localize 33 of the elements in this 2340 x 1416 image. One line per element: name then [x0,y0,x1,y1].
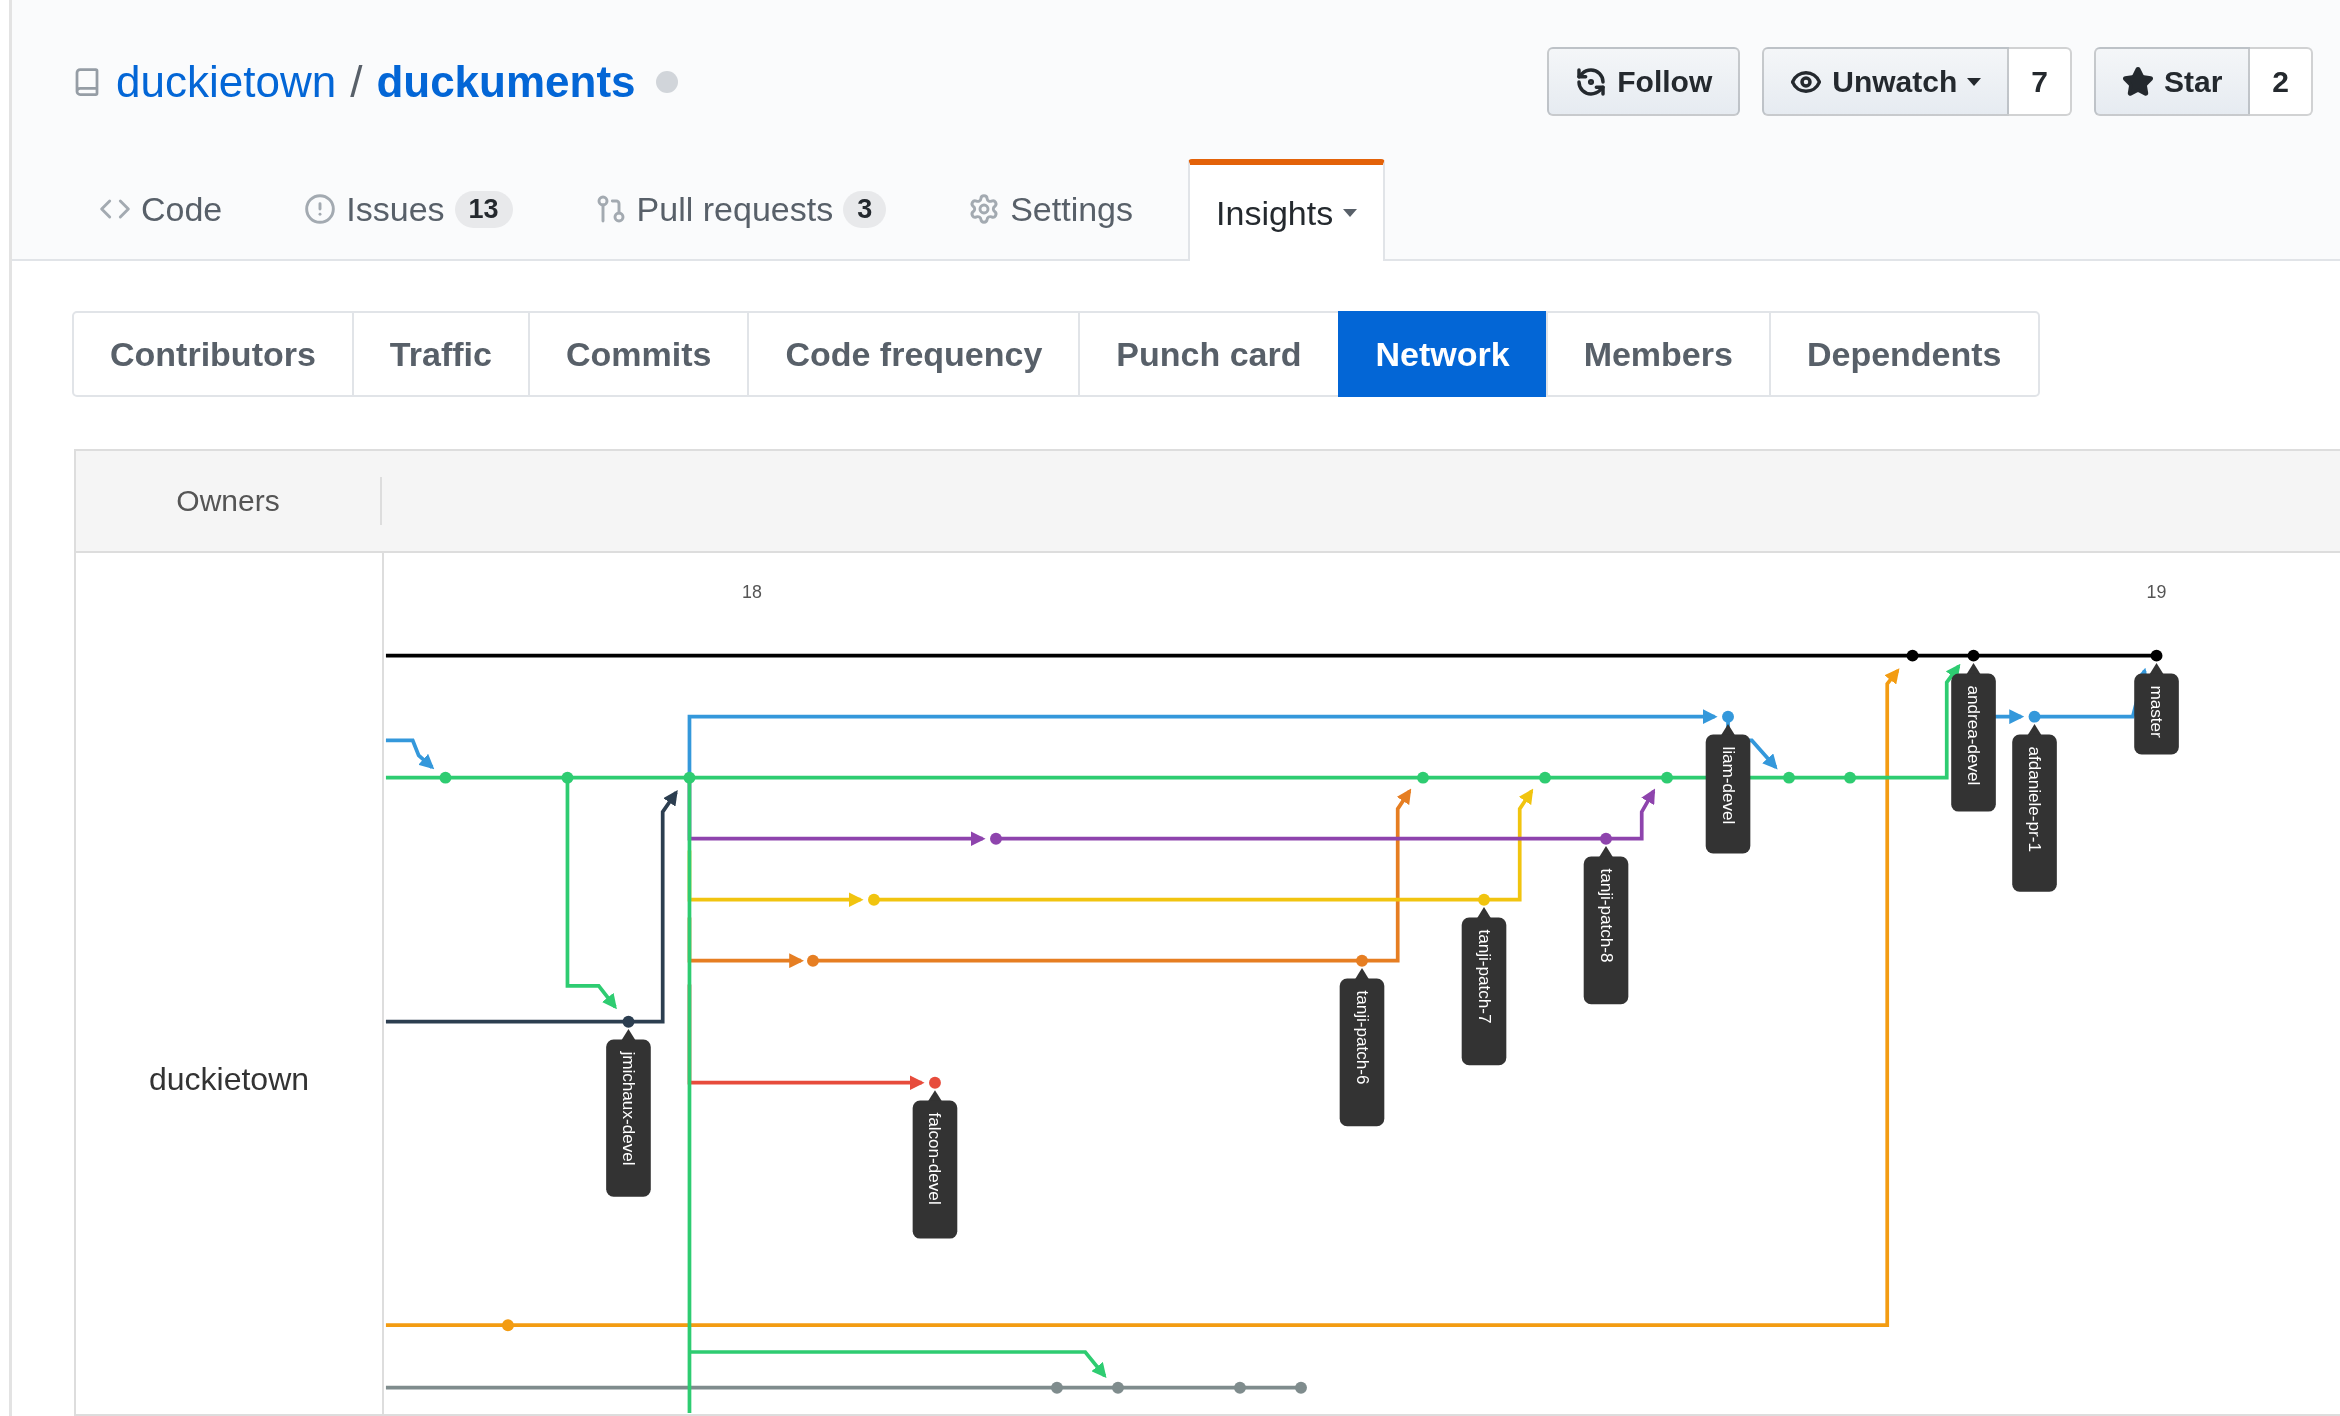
star-icon [2121,65,2154,98]
caret-icon [1343,209,1358,217]
repo-tab[interactable]: Code [72,159,250,259]
subnav-item[interactable]: Code frequency [747,311,1081,397]
column-heading: Owners [76,477,382,525]
follow-button[interactable]: Follow [1547,47,1741,116]
follow-icon [1575,65,1608,98]
subnav-item[interactable]: Members [1545,311,1771,397]
count-link[interactable]: 2 [2250,47,2313,116]
subnav-item[interactable]: Traffic [351,311,530,397]
repo-tab[interactable]: Issues 13 [277,159,540,259]
month-label: 19 [2146,581,2167,602]
subnav-item[interactable]: Dependents [1768,311,2040,397]
issues-icon [304,193,337,225]
repo-tab[interactable]: Settings [941,159,1161,259]
repo-tab[interactable]: Insights [1188,159,1386,261]
path-separator: / [350,57,363,107]
subnav-item[interactable]: Punch card [1078,311,1340,397]
watch-button[interactable]: Unwatch [1762,47,2010,116]
count-badge: 3 [843,190,887,228]
caret-icon [1967,77,1982,86]
star-button[interactable]: Star [2093,47,2251,116]
subnav-item[interactable]: Network [1337,311,1548,397]
subnav-item[interactable]: Commits [527,311,750,397]
month-label: 18 [742,581,762,602]
repo-link[interactable]: duckuments [376,57,636,107]
owner-link[interactable]: duckietown [116,57,337,107]
subnav-item[interactable]: Contributors [72,311,354,397]
count-link[interactable]: 7 [2009,47,2072,116]
count-badge: 13 [454,190,513,228]
repo-tab[interactable]: Pull requests 3 [567,159,914,259]
owner-name: duckietown [148,1061,310,1098]
status-dot [655,71,678,93]
